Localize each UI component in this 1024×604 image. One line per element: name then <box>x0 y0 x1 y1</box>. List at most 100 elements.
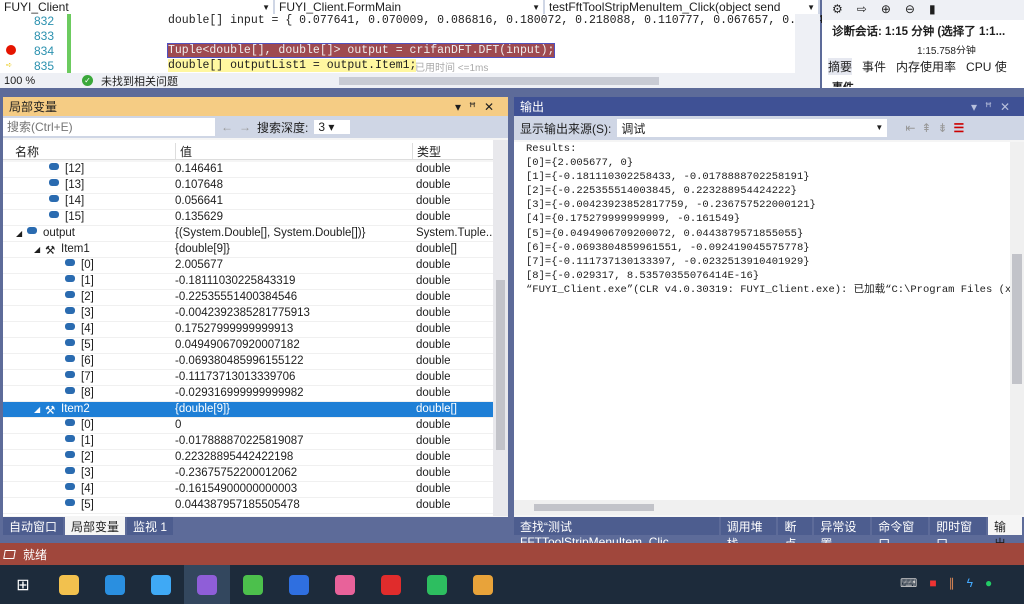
diag-tab[interactable]: 内存使用率 <box>896 58 956 75</box>
var-value[interactable]: -0.11173713013339706 <box>175 371 295 383</box>
taskbar-browser-button[interactable] <box>138 565 184 604</box>
taskbar-photos-button[interactable] <box>322 565 368 604</box>
var-value[interactable]: 0.17527999999999913 <box>175 323 293 335</box>
keyboard-icon[interactable]: ⌨ <box>900 576 917 590</box>
output-tab[interactable]: 异常设置 <box>814 517 871 551</box>
collapse-arrow-icon[interactable]: ◢ <box>16 229 22 238</box>
project-dropdown[interactable]: FUYI_Client ▼ <box>0 0 275 14</box>
code-editor[interactable]: ➪ 832 double[] input = { 0.077641, 0.0700… <box>0 14 824 74</box>
var-value[interactable]: 0.056641 <box>175 195 223 207</box>
taskbar-visual-studio-button[interactable] <box>184 565 230 604</box>
output-vscrollbar[interactable] <box>1010 142 1024 500</box>
taskbar-app-button[interactable] <box>460 565 506 604</box>
var-value[interactable]: -0.069380485996155122 <box>175 355 304 367</box>
var-value[interactable]: {double[9]} <box>175 403 230 415</box>
zoom-in-icon[interactable]: ⊕ <box>881 2 891 18</box>
var-value[interactable]: 0.135629 <box>175 211 223 223</box>
var-value[interactable]: -0.23675752200012062 <box>175 467 297 479</box>
export-icon[interactable]: ⇨ <box>857 2 867 18</box>
next-message-icon[interactable]: ⇟ <box>937 121 947 135</box>
locals-row[interactable]: [1] -0.017888870225819087 double <box>3 434 493 450</box>
locals-row[interactable]: [0] 2.005677 double <box>3 258 493 274</box>
locals-scrollbar[interactable] <box>493 140 508 516</box>
taskbar-evernote-button[interactable] <box>414 565 460 604</box>
method-dropdown[interactable]: testFftToolStripMenuItem_Click(object se… <box>545 0 820 14</box>
var-value[interactable]: 0.146461 <box>175 163 223 175</box>
header-type[interactable]: 类型 <box>412 143 441 160</box>
class-dropdown[interactable]: FUYI_Client.FormMain ▼ <box>275 0 545 14</box>
output-tab[interactable]: 调用堆栈 <box>720 517 777 551</box>
diag-tab[interactable]: CPU 使 <box>966 58 1007 75</box>
locals-row[interactable]: [3] -0.23675752200012062 double <box>3 466 493 482</box>
clear-all-icon[interactable]: ☰ <box>954 121 965 135</box>
back-arrow-icon[interactable]: ← <box>221 120 233 134</box>
locals-row[interactable]: [12] 0.146461 double <box>3 162 493 178</box>
locals-row[interactable]: ◢ ⚒ Item1 {double[9]} double[] <box>3 242 493 258</box>
var-value[interactable]: -0.017888870225819087 <box>175 435 304 447</box>
prev-message-icon[interactable]: ⇞ <box>921 121 931 135</box>
locals-row[interactable]: [3] -0.0042392385281775913 double <box>3 306 493 322</box>
var-value[interactable]: {double[9]} <box>175 243 230 255</box>
forward-arrow-icon[interactable]: → <box>239 120 251 134</box>
locals-row[interactable]: [15] 0.135629 double <box>3 210 493 226</box>
locals-row[interactable]: [0] 0 double <box>3 418 493 434</box>
pin-icon[interactable]: ꟸ <box>469 100 484 114</box>
var-value[interactable]: -0.16154900000000003 <box>175 483 297 495</box>
find-message-icon[interactable]: ⇤ <box>905 121 915 135</box>
zoom-out-icon[interactable]: ⊖ <box>905 2 915 18</box>
close-icon[interactable]: ✕ <box>1000 100 1018 114</box>
var-value[interactable]: 0.044387957185505478 <box>175 499 300 511</box>
dropdown-icon[interactable]: ▾ <box>971 100 985 114</box>
diag-tab[interactable]: 摘要 <box>828 58 853 75</box>
locals-search-input[interactable] <box>3 118 215 136</box>
horizontal-scrollbar[interactable] <box>339 76 659 85</box>
output-tab[interactable]: 命令窗口 <box>872 517 929 551</box>
var-value[interactable]: 0.107648 <box>175 179 223 191</box>
header-name[interactable]: 名称 <box>15 143 39 160</box>
output-hscrollbar[interactable] <box>514 500 1024 515</box>
collapse-arrow-icon[interactable]: ◢ <box>34 245 40 254</box>
taskbar-file-explorer-button[interactable] <box>46 565 92 604</box>
editor-scrollbar[interactable] <box>795 14 820 73</box>
locals-row[interactable]: [2] -0.22535551400384546 double <box>3 290 493 306</box>
taskbar-youdao-button[interactable] <box>368 565 414 604</box>
var-value[interactable]: 2.005677 <box>175 259 223 271</box>
breakpoint-icon[interactable] <box>6 45 16 55</box>
collapse-arrow-icon[interactable]: ◢ <box>34 405 40 414</box>
taskbar-wps-button[interactable] <box>276 565 322 604</box>
dropdown-icon[interactable]: ▾ <box>455 100 469 114</box>
diag-tab[interactable]: 事件 <box>862 58 886 75</box>
locals-row[interactable]: [5] 0.049490670920007182 double <box>3 338 493 354</box>
locals-row[interactable]: [2] 0.22328895442422198 double <box>3 450 493 466</box>
output-text[interactable]: Results: [0]={2.005677, 0} [1]={-0.1811103… <box>514 142 1010 500</box>
locals-row[interactable]: ◢ ⚒ Item2 {double[9]} double[] <box>3 402 493 418</box>
var-value[interactable]: 0 <box>175 419 181 431</box>
tray-pen-icon[interactable]: ∥ <box>949 576 955 590</box>
var-value[interactable]: 0.049490670920007182 <box>175 339 300 351</box>
var-value[interactable]: -0.18111030225843319 <box>175 275 295 287</box>
locals-row[interactable]: [13] 0.107648 double <box>3 178 493 194</box>
close-icon[interactable]: ✕ <box>484 100 502 114</box>
locals-row[interactable]: [4] -0.16154900000000003 double <box>3 482 493 498</box>
zoom-level[interactable]: 100 % <box>4 75 74 87</box>
tray-evernote-icon[interactable]: ● <box>985 576 992 590</box>
perf-tip[interactable]: 已用时间 <=1ms <box>415 59 488 74</box>
locals-row[interactable]: [7] -0.11173713013339706 double <box>3 370 493 386</box>
locals-row[interactable]: [6] -0.069380485996155122 double <box>3 354 493 370</box>
locals-row[interactable]: [8] -0.029316999999999982 double <box>3 386 493 402</box>
locals-tab[interactable]: 自动窗口 <box>3 517 64 535</box>
code-line[interactable]: double[] input = { 0.077641, 0.070009, 0… <box>168 14 824 27</box>
locals-row[interactable]: ◢ output {(System.Double[], System.Double[… <box>3 226 493 242</box>
start-button[interactable]: ⊞ <box>0 565 46 604</box>
taskbar-wechat-button[interactable] <box>230 565 276 604</box>
locals-row[interactable]: [4] 0.17527999999999913 double <box>3 322 493 338</box>
locals-row[interactable]: [14] 0.056641 double <box>3 194 493 210</box>
locals-row[interactable]: [1] -0.18111030225843319 double <box>3 274 493 290</box>
tray-bluetooth-icon[interactable]: ϟ <box>967 576 973 590</box>
output-tab[interactable]: 输出 <box>988 517 1022 551</box>
output-source-dropdown[interactable]: 调试 ▼ <box>617 119 888 137</box>
header-value[interactable]: 值 <box>175 143 192 160</box>
locals-row[interactable]: [5] 0.044387957185505478 double <box>3 498 493 514</box>
taskbar-vscode-button[interactable] <box>92 565 138 604</box>
output-tab[interactable]: 查找“测试FFTToolStripMenuItem_Clic... <box>514 517 719 549</box>
